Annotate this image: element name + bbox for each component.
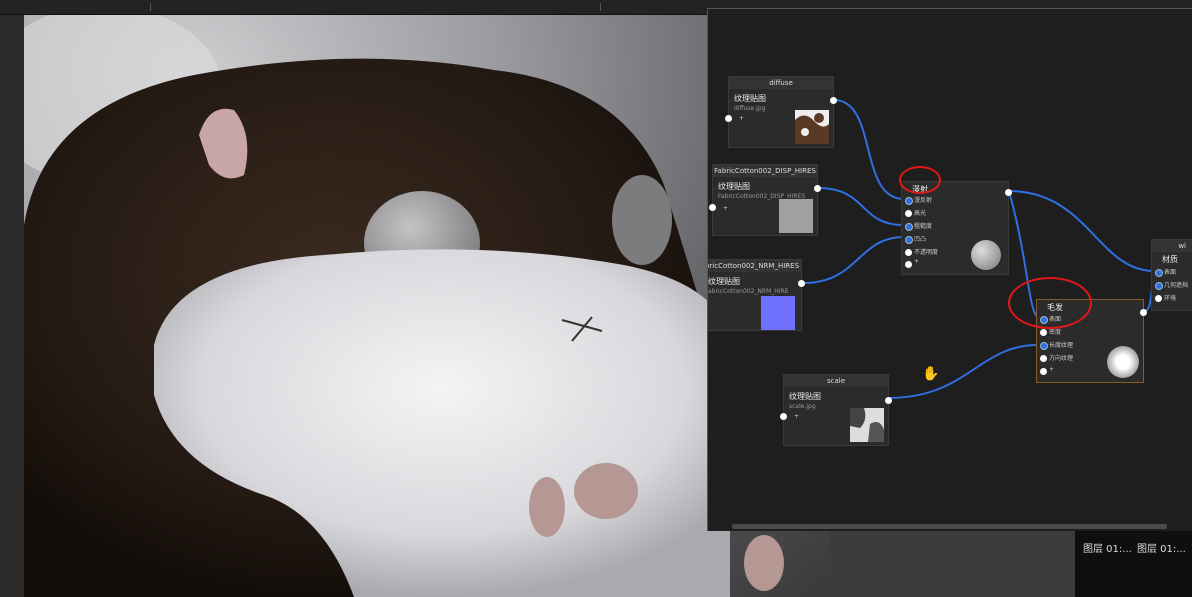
node-title: 纹理贴图	[718, 182, 750, 191]
port-label: +	[914, 258, 920, 265]
node-output-port[interactable]	[798, 280, 805, 287]
port-label: 粗糙度	[914, 223, 933, 230]
node-input-port[interactable]	[780, 413, 787, 420]
node-title: 材质	[1162, 255, 1178, 264]
hamster-eye-right	[612, 175, 672, 265]
disp-thumbnail	[779, 199, 813, 233]
node-input-port[interactable]	[1040, 368, 1047, 375]
scale-thumbnail	[850, 408, 884, 442]
wire-material-to-output	[1008, 190, 1155, 272]
left-strip	[0, 15, 24, 597]
port-label: 高光	[914, 210, 927, 217]
port-label: 表面	[1164, 269, 1177, 276]
node-header: FabricCotton002_DISP_HIRES	[713, 165, 817, 177]
node-title: 纹理贴图	[708, 277, 740, 286]
node-diffuse-texture[interactable]: diffuse 纹理贴图 diffuse.jpg +	[725, 76, 837, 148]
port-label: 不透明度	[914, 249, 939, 256]
node-input-port[interactable]	[709, 204, 716, 211]
node-input-port[interactable]	[905, 210, 912, 217]
node-file: abricCotton002_NRM_HIRE	[708, 288, 789, 295]
annotation-circle	[899, 166, 941, 194]
node-add[interactable]: +	[794, 413, 799, 420]
hamster-paw	[574, 463, 638, 519]
node-add[interactable]: +	[739, 115, 744, 122]
port-label: 凹凸	[914, 236, 927, 243]
node-header: wi	[1152, 240, 1192, 252]
node-input-port[interactable]	[905, 197, 913, 205]
toolbar-divider	[600, 3, 601, 11]
node-file: scale.jpg	[789, 403, 816, 410]
node-editor-panel[interactable]: diffuse 纹理贴图 diffuse.jpg + FabricCotton0…	[707, 8, 1192, 531]
node-input-port[interactable]	[1155, 282, 1163, 290]
node-output-port[interactable]	[830, 97, 837, 104]
node-title: 纹理贴图	[789, 392, 821, 401]
layers-panel: 图层 01:... 图层 01:...	[1075, 530, 1192, 597]
node-header: bricCotton002_NRM_HIRES	[708, 260, 801, 272]
layer-item[interactable]: 图层 01:...	[1083, 540, 1132, 555]
layer-item[interactable]: 图层 01:...	[1137, 540, 1186, 555]
node-diffuse-material[interactable]: 漫射 漫反射 高光 粗糙度 凹凸 不透明度 +	[901, 181, 1012, 275]
hamster-foot	[744, 535, 784, 591]
port-label: 方向纹理	[1049, 355, 1074, 362]
wire-disp-to-material	[817, 187, 905, 226]
node-header: scale	[784, 375, 888, 387]
node-input-port[interactable]	[1040, 342, 1048, 350]
wire-diffuse-to-material	[833, 99, 905, 200]
port-label: 长度纹理	[1049, 342, 1074, 349]
diffuse-thumbnail	[795, 110, 829, 144]
node-file: diffuse.jpg	[734, 105, 766, 112]
node-output-port[interactable]	[1140, 309, 1147, 316]
port-label: 漫反射	[914, 197, 933, 204]
node-scale-texture[interactable]: scale 纹理贴图 scale.jpg +	[780, 374, 892, 446]
node-add[interactable]: +	[723, 205, 728, 212]
node-input-port[interactable]	[1040, 355, 1047, 362]
node-input-port[interactable]	[1040, 329, 1047, 336]
node-title: 纹理贴图	[734, 94, 766, 103]
port-label: 环境	[1164, 295, 1177, 302]
node-normal-texture[interactable]: bricCotton002_NRM_HIRES 纹理贴图 abricCotton…	[708, 259, 805, 331]
node-input-port[interactable]	[905, 236, 913, 244]
wire-nrm-to-material	[803, 236, 905, 284]
node-input-port[interactable]	[905, 261, 912, 268]
toolbar-divider	[150, 3, 151, 11]
node-input-port[interactable]	[1155, 295, 1162, 302]
node-input-port[interactable]	[905, 223, 913, 231]
node-output-port[interactable]	[814, 185, 821, 192]
node-input-port[interactable]	[1155, 269, 1163, 277]
side-panel	[830, 530, 1075, 597]
port-label: +	[1049, 366, 1055, 373]
port-label: 几何遮挡	[1164, 282, 1189, 289]
material-preview-sphere	[971, 240, 1001, 270]
hand-cursor-icon: ✋	[922, 366, 940, 382]
hamster-paw	[529, 477, 565, 537]
fur-preview-sphere	[1107, 346, 1139, 378]
normal-thumbnail	[761, 296, 795, 330]
node-header: diffuse	[729, 77, 833, 89]
node-input-port[interactable]	[725, 115, 732, 122]
horizontal-scrollbar[interactable]	[732, 524, 1167, 529]
node-material-output[interactable]: wi 材质 表面 几何遮挡 环境	[1151, 239, 1192, 311]
node-input-port[interactable]	[905, 249, 912, 256]
node-disp-texture[interactable]: FabricCotton002_DISP_HIRES 纹理贴图 FabricCo…	[709, 164, 821, 236]
annotation-circle	[1008, 277, 1092, 329]
node-output-port[interactable]	[1005, 189, 1012, 196]
node-output-port[interactable]	[885, 397, 892, 404]
wire-scale-to-fur	[887, 344, 1039, 399]
